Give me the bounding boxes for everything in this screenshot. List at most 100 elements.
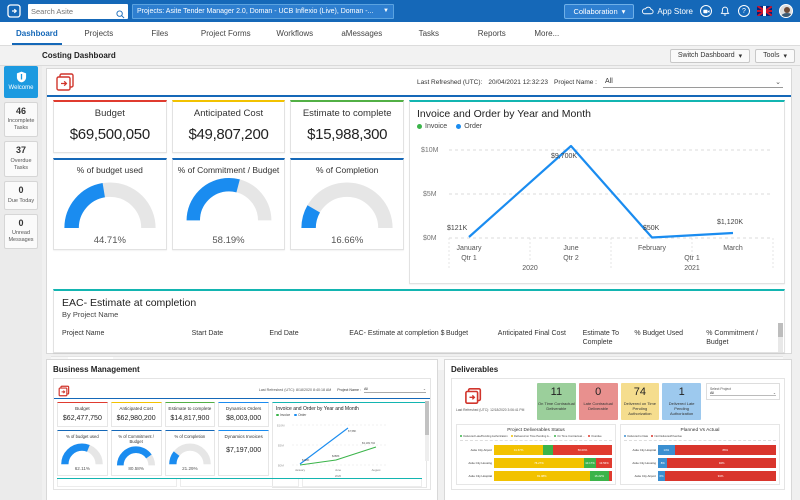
bar-segment-delivered: 6% (658, 470, 666, 481)
legend-color-swatch (587, 434, 591, 438)
kpi-budget[interactable]: Budget $69,500,050 (53, 100, 167, 153)
rail-item-unread-messages[interactable]: 0 Unread Messages (4, 213, 38, 250)
tab-projects[interactable]: Projects (68, 22, 130, 45)
project-deliverables-status-chart[interactable]: Project Deliverables Status Delivered La… (456, 423, 616, 485)
mini-gauge-budget-used[interactable]: % of budget used 62.11% (57, 429, 108, 476)
tab-project-forms[interactable]: Project Forms (190, 22, 262, 45)
row-label: Asite City Airport (634, 473, 656, 478)
tile-on-time-contractual[interactable]: 11 On Time Contractual Deliverable (537, 383, 576, 420)
bell-icon[interactable] (719, 5, 731, 17)
eac-table-header-row: Project Name Start Date End Date EAC- Es… (62, 329, 776, 347)
tab-workflows[interactable]: Workflows (262, 22, 328, 45)
eac-scrollbar[interactable] (778, 323, 783, 352)
search-input[interactable] (31, 6, 125, 16)
eac-title: EAC- Estimate at completion (62, 297, 197, 309)
table-row[interactable]: Asite City Airport 41.67% 50.00% (460, 444, 612, 455)
eac-col-anticipated-final-cost[interactable]: Anticipated Final Cost (498, 329, 583, 347)
avatar[interactable] (779, 4, 793, 18)
mini-kpi-dynamics-orders[interactable]: Dynamics Orders $8,003,000 (218, 402, 269, 427)
tab-reports[interactable]: Reports (462, 22, 522, 45)
kpi-value: $69,500,050 (69, 126, 150, 143)
table-row[interactable]: Asite City Hospital 14% 86% (624, 444, 776, 455)
mini-gauge-completion[interactable]: % of Completion 21.29% (164, 429, 216, 476)
gauge-budget-used[interactable]: % of budget used 44.71% (53, 158, 167, 250)
rail-item-incomplete-tasks[interactable]: 46 Incomplete Tasks (4, 101, 38, 138)
rail-item-overdue-tasks[interactable]: 37 Overdue Tasks (4, 141, 38, 177)
tab-files[interactable]: Files (130, 22, 190, 45)
eac-col-eac[interactable]: EAC- Estimate at completion $ (349, 329, 446, 347)
deliverables-charts: Project Deliverables Status Delivered La… (456, 423, 780, 485)
legend-item[interactable]: Not Delivered/Overdue (651, 435, 682, 438)
chevron-down-icon: ▼ (383, 8, 389, 14)
chart-bar-rows: Asite City Airport 41.67% 50.00% Asite C… (460, 444, 612, 481)
tab-tasks[interactable]: Tasks (396, 22, 462, 45)
tab-more[interactable]: More... (522, 22, 572, 45)
mini-project-name-label: Project Name : (337, 388, 361, 392)
select-project-dropdown[interactable]: Select Project All ⌄ (706, 383, 780, 400)
eac-col-end-date[interactable]: End Date (269, 329, 349, 347)
mini-project-name-dropdown[interactable]: All ⌄ (364, 387, 426, 393)
tools-button[interactable]: Tools ▾ (755, 48, 795, 63)
gauge-arc (56, 178, 164, 232)
invoice-order-line-chart[interactable]: Invoice and Order by Year and Month Invo… (409, 100, 785, 284)
planned-vs-actual-chart[interactable]: Planned Vs Actual Delivered to Date Not … (620, 423, 780, 485)
tile-late-contractual[interactable]: 0 Late Contractual Deliverable (578, 383, 618, 420)
panel-title: Business Management (53, 365, 140, 374)
asite-logo-icon[interactable] (4, 2, 24, 20)
table-row[interactable]: Asite City Housing 76.27% 10.17% 13.56% (460, 457, 612, 468)
eac-col-estimate-to-complete[interactable]: Estimate To Complete (583, 329, 635, 347)
project-selector-dropdown[interactable]: Projects: Asite Tender Manager 2.0, Doma… (132, 3, 394, 19)
table-row[interactable]: Asite City Hospital 81.08% 16.22% (460, 470, 612, 481)
project-name-dropdown[interactable]: All ⌄ (603, 77, 783, 88)
eac-col-budget-used[interactable]: % Budget Used (634, 329, 706, 347)
collaboration-dropdown[interactable]: Collaboration ▾ (564, 3, 635, 19)
legend-item[interactable]: Overdue (587, 434, 602, 438)
mini-kpi-value: $7,197,000 (226, 447, 262, 454)
tile-delivered-late-pending[interactable]: 1 Delivered Late Pending Authorization (662, 383, 701, 420)
legend-item[interactable]: On Time Contractual ... (553, 435, 585, 438)
select-project-value-row[interactable]: All ⌄ (710, 391, 776, 396)
chart-title: Planned Vs Actual (680, 427, 720, 433)
kpi-anticipated-cost[interactable]: Anticipated Cost $49,807,200 (171, 100, 286, 153)
eac-col-start-date[interactable]: Start Date (192, 329, 270, 347)
mini-kpi-estimate-to-complete[interactable]: Estimate to complete $14,817,900 (164, 402, 216, 427)
app-store-button[interactable]: App Store (641, 6, 693, 17)
gauge-title: % of budget used (76, 165, 143, 175)
legend-item[interactable]: Delivered Late/Pending Authorization (460, 435, 508, 438)
mini-kpi-dynamics-invoices[interactable]: Dynamics Invoices $7,197,000 (218, 429, 269, 476)
kpi-title: Anticipated Cost (193, 108, 264, 119)
legend-item[interactable]: Delivered to Date (624, 435, 648, 438)
legend-item-invoice[interactable]: Invoice (417, 123, 447, 130)
table-row[interactable]: Asite City Housing 8% 92% (624, 457, 776, 468)
rail-item-welcome[interactable]: Welcome (4, 66, 38, 98)
search-icon[interactable] (116, 6, 125, 24)
kpi-estimate-to-complete[interactable]: Estimate to complete $15,988,300 (290, 100, 405, 153)
rail-item-label: Incomplete Tasks (7, 118, 35, 132)
switch-dashboard-button[interactable]: Switch Dashboard ▾ (669, 48, 751, 63)
legend-item[interactable]: Delivered on Time Pending A... (510, 435, 551, 438)
legend-item-order[interactable]: Order (456, 123, 482, 130)
mini-report-scrollbar[interactable] (425, 401, 429, 461)
rail-item-due-today[interactable]: 0 Due Today (4, 180, 38, 210)
svg-text:$288K: $288K (332, 454, 340, 458)
tile-delivered-on-time-pending[interactable]: 74 Delivered on Time Pending Authorizati… (620, 383, 660, 420)
tab-dashboard[interactable]: Dashboard (6, 22, 68, 45)
table-row[interactable]: Asite City Airport 6% 94% (624, 470, 776, 481)
eac-col-commitment-budget[interactable]: % Commitment / Budget (706, 329, 776, 347)
gauge-commitment-budget[interactable]: % of Commitment / Budget 58.19% (171, 158, 286, 250)
mini-invoice-order-chart[interactable]: Invoice and Order by Year and Month Invo… (272, 402, 427, 488)
mini-kpi-anticipated-cost[interactable]: Anticipated Cost $62,980,200 (110, 402, 162, 427)
eac-col-project-name[interactable]: Project Name (62, 329, 192, 347)
tab-amessages[interactable]: aMessages (328, 22, 396, 45)
mini-gauge-commitment-budget[interactable]: % of Commitment / Budget 80.58% (110, 429, 162, 476)
app-window: Projects: Asite Tender Manager 2.0, Doma… (0, 0, 800, 500)
uk-flag-icon[interactable] (757, 6, 772, 16)
asite-shield-icon (6, 71, 36, 83)
video-camera-icon[interactable] (700, 5, 712, 17)
eac-col-budget[interactable]: Budget (446, 329, 498, 347)
search-box[interactable] (28, 3, 128, 19)
question-mark-icon[interactable]: ? (738, 5, 750, 17)
mini-kpi-budget[interactable]: Budget $62,477,750 (57, 402, 108, 427)
gauge-completion[interactable]: % of Completion 16.66% (290, 158, 405, 250)
powerbi-report-icon (55, 72, 77, 92)
